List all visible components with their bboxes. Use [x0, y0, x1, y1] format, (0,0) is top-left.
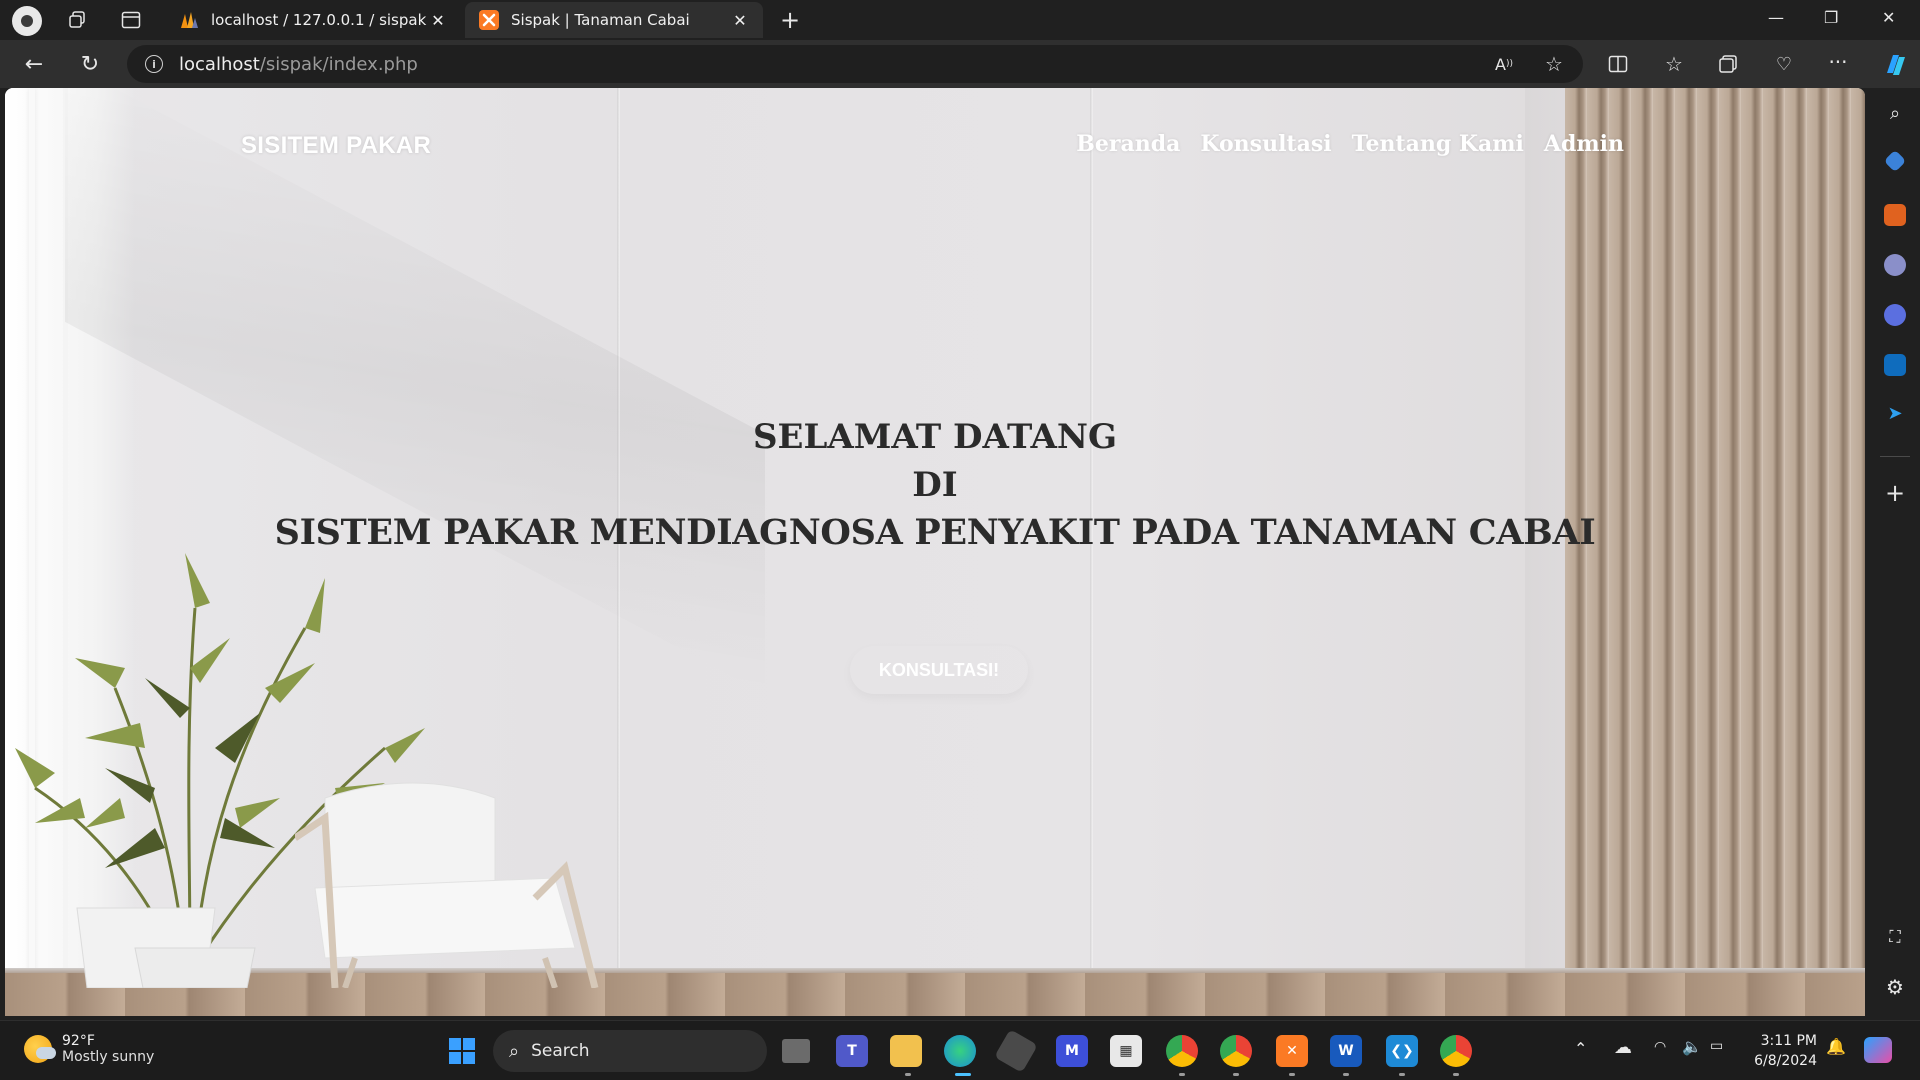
restore-icon[interactable]: ❐	[1824, 8, 1838, 27]
chrome-profile-icon[interactable]	[1220, 1035, 1252, 1067]
site-nav: Beranda Konsultasi Tentang Kami Admin	[1076, 131, 1624, 157]
taskbar-clock[interactable]: 3:11 PM 6/8/2024	[1745, 1031, 1817, 1071]
running-indicator	[1233, 1073, 1239, 1076]
xampp-control-icon[interactable]: ✕	[1276, 1035, 1308, 1067]
search-icon: ⌕	[509, 1040, 520, 1062]
tab-phpmyadmin[interactable]: localhost / 127.0.0.1 / sispak / jen ✕	[165, 2, 461, 38]
tab-actions-icon[interactable]	[118, 8, 144, 32]
wifi-icon[interactable]: ◠	[1654, 1039, 1666, 1055]
edge-browser-icon[interactable]	[944, 1035, 976, 1067]
weather-description: Mostly sunny	[62, 1049, 155, 1065]
nav-link-tentang-kami[interactable]: Tentang Kami	[1352, 131, 1524, 157]
new-tab-icon[interactable]: +	[776, 6, 804, 34]
hero-line-system: SISTEM PAKAR MENDIAGNOSA PENYAKIT PADA T…	[274, 512, 1596, 553]
more-options-icon[interactable]: ···	[1826, 50, 1850, 74]
running-indicator	[905, 1073, 911, 1076]
teams-icon[interactable]: T	[836, 1035, 868, 1067]
weather-widget[interactable]: 92°F Mostly sunny	[24, 1033, 154, 1065]
search-label: Search	[531, 1041, 590, 1061]
partly-sunny-icon	[24, 1035, 56, 1063]
profile-avatar-icon[interactable]	[12, 6, 42, 36]
screenshot-icon[interactable]: ⛶	[1882, 924, 1908, 950]
outlook-icon[interactable]	[1884, 354, 1906, 376]
tab-sispak[interactable]: Sispak | Tanaman Cabai ✕	[465, 2, 763, 38]
close-window-icon[interactable]: ✕	[1882, 8, 1895, 27]
running-indicator	[1343, 1073, 1349, 1076]
unity-icon[interactable]	[994, 1029, 1038, 1073]
close-tab-icon[interactable]: ✕	[731, 11, 749, 30]
chrome-icon[interactable]	[1166, 1035, 1198, 1067]
task-view-icon[interactable]	[782, 1039, 810, 1063]
favorite-star-icon[interactable]: ☆	[1542, 52, 1566, 76]
notification-bell-icon[interactable]: 🔔	[1826, 1037, 1846, 1056]
close-tab-icon[interactable]: ✕	[429, 11, 447, 30]
tools-briefcase-icon[interactable]	[1884, 204, 1906, 226]
add-sidebar-app-icon[interactable]: +	[1882, 479, 1908, 507]
back-arrow-icon[interactable]: ←	[20, 50, 48, 78]
mathpix-icon[interactable]: M	[1056, 1035, 1088, 1067]
armchair-image	[295, 782, 599, 988]
games-icon[interactable]	[1884, 254, 1906, 276]
tab-title: Sispak | Tanaman Cabai	[511, 11, 690, 29]
onedrive-cloud-icon[interactable]: ☁	[1614, 1037, 1632, 1058]
copilot-taskbar-icon[interactable]	[1864, 1037, 1892, 1063]
windows-taskbar: 92°F Mostly sunny ⌕ Search T M ▦ ✕ W ❮❯ …	[0, 1020, 1920, 1080]
phpmyadmin-icon	[179, 10, 199, 30]
running-indicator	[1179, 1073, 1185, 1076]
address-bar[interactable]: i localhost/sispak/index.php	[127, 45, 1583, 83]
read-aloud-icon[interactable]: A))	[1492, 52, 1516, 76]
browser-essentials-icon[interactable]: ♡	[1772, 52, 1796, 76]
word-icon[interactable]: W	[1330, 1035, 1362, 1067]
search-icon[interactable]: ⌕	[1884, 102, 1906, 124]
nav-link-admin[interactable]: Admin	[1544, 131, 1624, 157]
send-drop-icon[interactable]: ➤	[1882, 402, 1908, 424]
windows-start-icon[interactable]	[446, 1035, 478, 1067]
shopping-tag-icon[interactable]	[1883, 149, 1907, 173]
split-screen-icon[interactable]	[1606, 52, 1630, 76]
copilot-icon[interactable]	[1880, 50, 1910, 80]
nav-link-beranda[interactable]: Beranda	[1076, 131, 1180, 157]
konsultasi-button[interactable]: KONSULTASI!	[850, 646, 1028, 694]
sidebar-divider	[1880, 456, 1910, 457]
url-text[interactable]: localhost/sispak/index.php	[179, 54, 418, 75]
microsoft-store-icon[interactable]: ▦	[1110, 1035, 1142, 1067]
browser-tab-bar: localhost / 127.0.0.1 / sispak / jen ✕ S…	[0, 0, 1920, 40]
browser-sidebar: ⌕ ➤ + ⛶ ⚙	[1870, 88, 1920, 1016]
favorites-icon[interactable]: ☆	[1662, 52, 1686, 76]
xampp-icon	[479, 10, 499, 30]
active-indicator	[955, 1073, 971, 1076]
tab-title: localhost / 127.0.0.1 / sispak / jen	[211, 11, 429, 29]
file-explorer-icon[interactable]	[890, 1035, 922, 1067]
running-indicator	[1289, 1073, 1295, 1076]
clock-date: 6/8/2024	[1754, 1053, 1817, 1069]
show-hidden-icons-chevron-icon[interactable]: ⌃	[1574, 1039, 1587, 1058]
running-indicator	[1453, 1073, 1459, 1076]
nav-link-konsultasi[interactable]: Konsultasi	[1200, 131, 1331, 157]
battery-icon[interactable]: ▭	[1710, 1038, 1723, 1054]
page-viewport: SISITEM PAKAR Beranda Konsultasi Tentang…	[5, 88, 1865, 1016]
hero-line-welcome: SELAMAT DATANG	[753, 417, 1117, 457]
refresh-icon[interactable]: ↻	[76, 50, 104, 78]
workspaces-icon[interactable]	[64, 8, 90, 32]
minimize-icon[interactable]: —	[1768, 8, 1784, 27]
taskbar-search-box[interactable]: ⌕ Search	[493, 1030, 767, 1072]
settings-gear-icon[interactable]: ⚙	[1882, 974, 1908, 1000]
running-indicator	[1399, 1073, 1405, 1076]
site-brand-logo[interactable]: SISITEM PAKAR	[241, 132, 431, 160]
weather-temperature: 92°F	[62, 1033, 95, 1049]
microsoft-365-icon[interactable]	[1884, 304, 1906, 326]
clock-time: 3:11 PM	[1760, 1033, 1817, 1049]
address-toolbar: ← ↻ i localhost/sispak/index.php A)) ☆ ☆…	[0, 40, 1920, 88]
volume-icon[interactable]: 🔈	[1682, 1037, 1702, 1056]
hero-heading: SELAMAT DATANG DI SISTEM PAKAR MENDIAGNO…	[5, 413, 1865, 557]
chrome-second-profile-icon[interactable]	[1440, 1035, 1472, 1067]
site-info-icon[interactable]: i	[145, 55, 163, 73]
collections-icon[interactable]	[1716, 52, 1740, 76]
hero-line-di: DI	[912, 465, 958, 505]
vscode-icon[interactable]: ❮❯	[1386, 1035, 1418, 1067]
